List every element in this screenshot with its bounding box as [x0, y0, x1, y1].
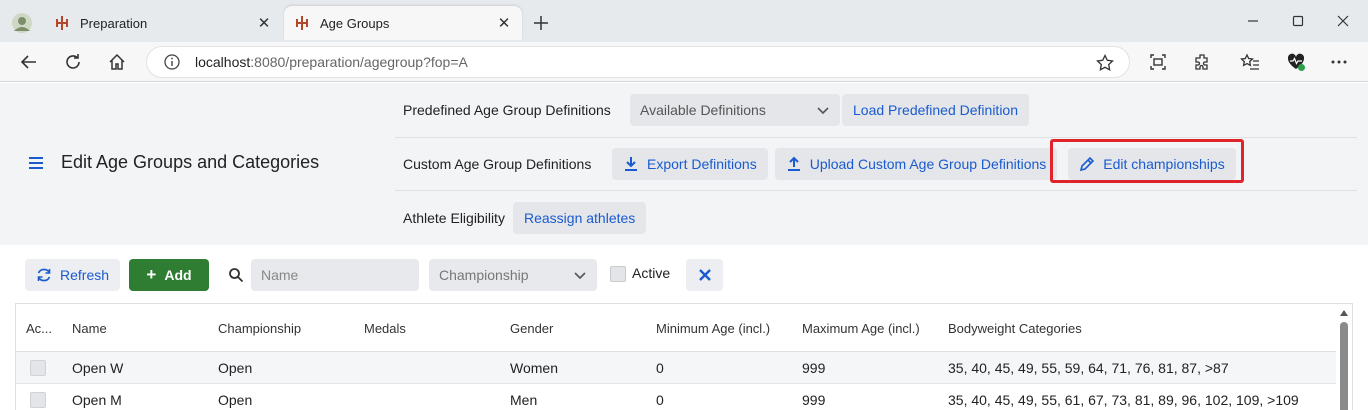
predefined-definitions-row: Predefined Age Group Definitions Availab… — [395, 83, 1357, 137]
upload-icon — [786, 156, 802, 172]
active-filter-label: Active — [632, 265, 671, 281]
reassign-athletes-label: Reassign athletes — [524, 210, 636, 226]
championship-filter-select[interactable]: Championship — [429, 259, 597, 291]
cell-gender: Men — [510, 392, 538, 408]
cell-bodyweight-categories: 35, 40, 45, 49, 55, 61, 67, 73, 81, 89, … — [948, 392, 1299, 408]
close-window-icon[interactable] — [1332, 10, 1354, 32]
add-label: Add — [164, 267, 192, 283]
grid-header: Ac... Name Championship Medals Gender Mi… — [16, 304, 1336, 352]
load-predefined-label: Load Predefined Definition — [853, 102, 1019, 118]
available-definitions-select[interactable]: Available Definitions — [630, 94, 840, 126]
column-header-championship[interactable]: Championship — [218, 321, 301, 336]
eligibility-label: Athlete Eligibility — [403, 210, 505, 226]
more-menu-icon[interactable] — [1327, 50, 1351, 74]
plus-icon: + — [146, 265, 157, 284]
table-row[interactable]: Open M Open Men 0 999 35, 40, 45, 49, 55… — [16, 384, 1336, 410]
clear-filters-button[interactable] — [686, 259, 723, 291]
search-icon — [229, 268, 244, 283]
chevron-down-icon — [817, 107, 829, 115]
column-header-max-age[interactable]: Maximum Age (incl.) — [802, 321, 920, 336]
table-row[interactable]: Open W Open Women 0 999 35, 40, 45, 49, … — [16, 352, 1336, 384]
column-header-bodyweight[interactable]: Bodyweight Categories — [948, 321, 1082, 336]
column-header-active[interactable]: Ac... — [26, 321, 52, 336]
close-icon — [698, 269, 711, 281]
url-host: localhost — [195, 54, 251, 70]
custom-label: Custom Age Group Definitions — [403, 156, 592, 172]
maximize-icon[interactable] — [1287, 10, 1309, 32]
refresh-button[interactable]: Refresh — [25, 259, 121, 291]
owlcms-favicon-icon — [54, 15, 70, 31]
export-definitions-label: Export Definitions — [647, 156, 757, 172]
url-text: localhost:8080/preparation/agegroup?fop=… — [195, 54, 468, 70]
cell-championship: Open — [218, 360, 253, 376]
column-header-min-age[interactable]: Minimum Age (incl.) — [656, 321, 770, 336]
browser-essentials-icon[interactable] — [1284, 50, 1308, 74]
url-path: :8080/preparation/agegroup?fop=A — [250, 54, 468, 70]
select-placeholder: Available Definitions — [640, 102, 766, 118]
home-icon[interactable] — [105, 50, 129, 74]
column-header-medals[interactable]: Medals — [364, 321, 406, 336]
active-filter-checkbox[interactable] — [610, 266, 626, 282]
back-arrow-icon[interactable] — [17, 50, 41, 74]
browser-address-row: localhost:8080/preparation/agegroup?fop=… — [0, 42, 1368, 82]
add-button[interactable]: + Add — [129, 259, 209, 291]
column-header-name[interactable]: Name — [72, 321, 107, 336]
cell-max-age: 999 — [802, 392, 826, 408]
refresh-label: Refresh — [60, 267, 110, 283]
export-definitions-button[interactable]: Export Definitions — [612, 148, 768, 180]
new-tab-icon[interactable] — [530, 12, 552, 34]
athlete-eligibility-row: Athlete Eligibility Reassign athletes — [395, 191, 1357, 245]
screen-capture-icon[interactable] — [1146, 50, 1170, 74]
upload-custom-definitions-button[interactable]: Upload Custom Age Group Definitions — [774, 148, 1058, 180]
row-active-checkbox[interactable] — [30, 392, 46, 408]
profile-avatar-icon[interactable] — [8, 9, 36, 37]
name-filter-input[interactable] — [251, 259, 419, 291]
tab-title: Age Groups — [320, 15, 390, 31]
grid-scrollbar[interactable] — [1336, 304, 1352, 410]
extensions-icon[interactable] — [1190, 50, 1214, 74]
scrollbar-thumb[interactable] — [1340, 322, 1348, 410]
menu-toggle-icon[interactable] — [28, 155, 44, 171]
close-tab-icon[interactable]: ✕ — [256, 15, 272, 32]
upload-custom-label: Upload Custom Age Group Definitions — [809, 156, 1047, 172]
address-bar[interactable]: localhost:8080/preparation/agegroup?fop=… — [146, 46, 1130, 78]
chevron-down-icon — [574, 272, 586, 280]
scroll-up-arrow-icon[interactable] — [1340, 310, 1348, 316]
tab-title: Preparation — [80, 15, 148, 31]
site-info-icon[interactable] — [163, 53, 181, 71]
favorite-star-icon[interactable] — [1095, 53, 1115, 73]
tab-age-groups[interactable]: Age Groups ✕ — [284, 6, 522, 40]
highlight-box — [1050, 139, 1244, 183]
age-groups-grid: Ac... Name Championship Medals Gender Mi… — [15, 303, 1353, 410]
cell-min-age: 0 — [656, 360, 664, 376]
page-title: Edit Age Groups and Categories — [61, 152, 320, 172]
cell-gender: Women — [510, 360, 558, 376]
favorites-icon[interactable] — [1238, 50, 1262, 74]
cell-bodyweight-categories: 35, 40, 45, 49, 55, 59, 64, 71, 76, 81, … — [948, 360, 1229, 376]
cell-name: Open W — [72, 360, 124, 376]
tab-preparation[interactable]: Preparation ✕ — [44, 6, 282, 40]
grid-toolbar: Refresh + Add Championship Active — [0, 245, 1368, 303]
cell-name: Open M — [72, 392, 122, 408]
browser-tab-bar: Preparation ✕ Age Groups ✕ — [0, 0, 1368, 42]
row-active-checkbox[interactable] — [30, 360, 46, 376]
reassign-athletes-button[interactable]: Reassign athletes — [513, 202, 647, 234]
refresh-icon — [37, 268, 51, 282]
load-predefined-button[interactable]: Load Predefined Definition — [842, 94, 1030, 126]
owlcms-favicon-icon — [294, 15, 310, 31]
download-icon — [623, 156, 639, 172]
cell-min-age: 0 — [656, 392, 664, 408]
reload-icon[interactable] — [61, 50, 85, 74]
cell-max-age: 999 — [802, 360, 826, 376]
cell-championship: Open — [218, 392, 253, 408]
championship-placeholder: Championship — [439, 267, 529, 283]
close-tab-icon[interactable]: ✕ — [496, 15, 512, 32]
column-header-gender[interactable]: Gender — [510, 321, 553, 336]
minimize-icon[interactable] — [1242, 10, 1264, 32]
predefined-label: Predefined Age Group Definitions — [403, 102, 611, 118]
